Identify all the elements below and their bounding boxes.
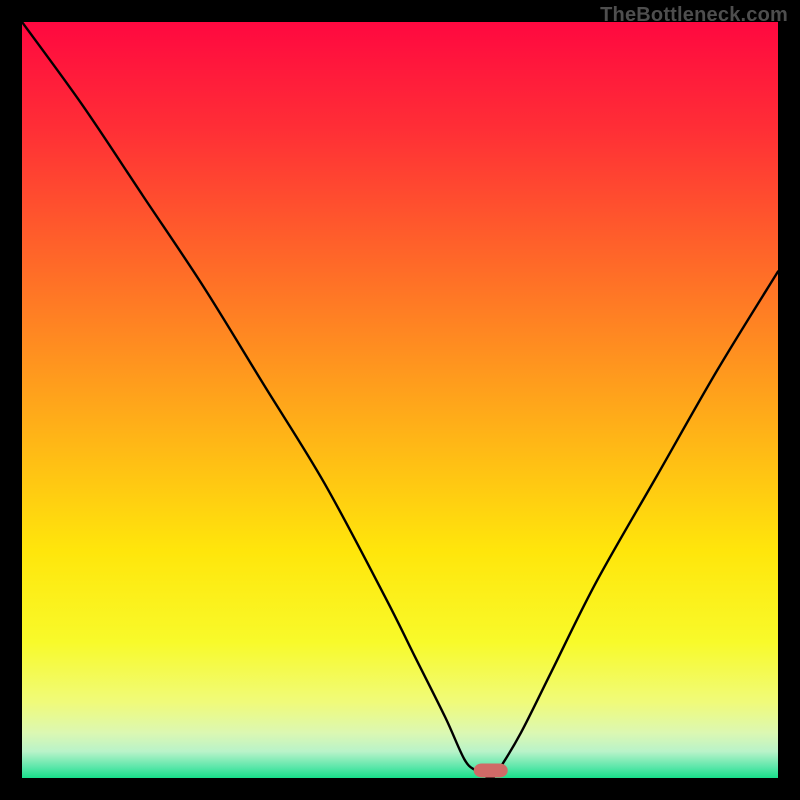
sweet-spot-marker — [474, 763, 508, 777]
plot-background — [22, 22, 778, 778]
chart-stage: TheBottleneck.com — [0, 0, 800, 800]
bottleneck-chart — [0, 0, 800, 800]
attribution-label: TheBottleneck.com — [600, 4, 788, 27]
